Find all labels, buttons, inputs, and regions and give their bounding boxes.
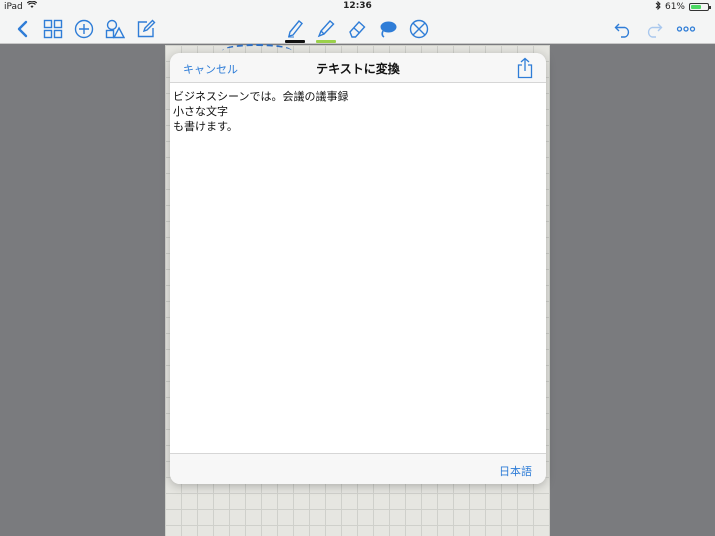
highlighter-icon[interactable] xyxy=(315,18,337,43)
pen-icon[interactable] xyxy=(284,18,306,43)
compose-icon[interactable] xyxy=(135,18,157,40)
status-time: 12:36 xyxy=(343,1,372,11)
language-button[interactable]: 日本語 xyxy=(499,463,532,479)
bluetooth-icon xyxy=(655,0,661,13)
battery-icon xyxy=(689,3,711,11)
dialog-header: キャンセル テキストに変換 xyxy=(170,53,546,83)
highlighter-color-indicator xyxy=(316,40,336,43)
pointer-disabled-icon[interactable] xyxy=(408,18,430,40)
eraser-icon[interactable] xyxy=(346,18,368,40)
convert-to-text-dialog: キャンセル テキストに変換 ビジネスシーンでは。会議の議事録 小さな文字 も書け… xyxy=(170,53,546,484)
undo-icon[interactable] xyxy=(612,18,634,40)
share-icon[interactable] xyxy=(516,57,534,79)
redo-icon[interactable] xyxy=(643,18,665,40)
more-icon[interactable] xyxy=(675,18,697,40)
converted-text-area[interactable]: ビジネスシーンでは。会議の議事録 小さな文字 も書けます。 xyxy=(170,84,546,453)
pen-color-indicator xyxy=(285,40,305,43)
back-chevron-icon[interactable] xyxy=(12,18,34,40)
dialog-title: テキストに変換 xyxy=(316,62,400,76)
grid-icon[interactable] xyxy=(42,18,64,40)
add-circle-icon[interactable] xyxy=(73,18,95,40)
shapes-icon[interactable] xyxy=(104,18,126,40)
dialog-footer: 日本語 xyxy=(170,453,546,484)
battery-percent: 61% xyxy=(664,2,685,12)
status-bar: iPad 12:36 61% xyxy=(0,0,715,14)
lasso-icon[interactable] xyxy=(377,18,399,40)
toolbar xyxy=(0,14,715,44)
